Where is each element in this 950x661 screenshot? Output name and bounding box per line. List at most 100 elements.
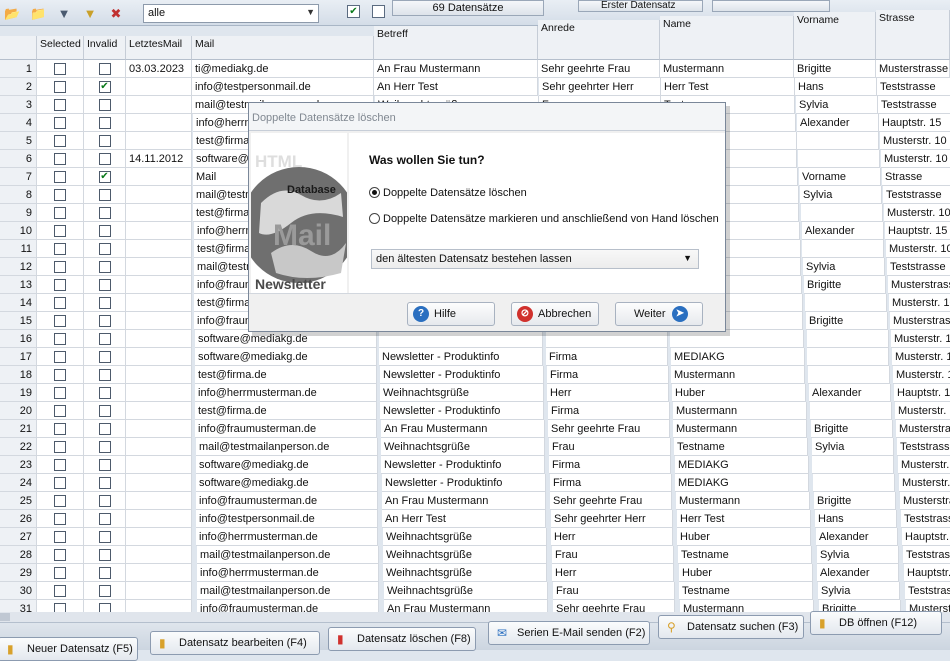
cell-letztesmail[interactable]: 03.03.2023	[126, 60, 192, 78]
cell-betreff[interactable]: An Herr Test	[374, 78, 538, 96]
cell-vorname[interactable]: Sylvia	[812, 438, 894, 456]
option-mark-duplicates[interactable]: Doppelte Datensätze markieren und anschl…	[369, 213, 719, 225]
cell-letztesmail[interactable]	[126, 348, 192, 366]
cell-name[interactable]: Testname	[674, 438, 808, 456]
selected-checkbox[interactable]	[54, 135, 66, 147]
cell-anrede[interactable]: Herr	[547, 384, 669, 402]
selected-checkbox[interactable]	[54, 153, 66, 165]
invalid-checkbox[interactable]	[98, 423, 111, 435]
cell-vorname[interactable]	[797, 132, 879, 150]
cell-letztesmail[interactable]	[126, 582, 192, 600]
table-row[interactable]: 30 mail@testmailanperson.de Weihnachtsgrüß…	[0, 582, 950, 600]
horizontal-scrollbar[interactable]	[0, 612, 950, 623]
cell-letztesmail[interactable]	[126, 222, 192, 240]
row-number[interactable]: 8	[0, 186, 37, 204]
table-row[interactable]: 29 info@herrmusterman.de Weihnachtsgrüße He…	[0, 564, 950, 582]
cell-vorname[interactable]	[801, 204, 883, 222]
cell-strasse[interactable]: Hauptstr. 15	[879, 114, 950, 132]
invalid-checkbox[interactable]	[98, 207, 111, 219]
row-number[interactable]: 26	[0, 510, 37, 528]
cell-letztesmail[interactable]	[126, 276, 192, 294]
cell-anrede[interactable]: Frau	[549, 438, 671, 456]
cell-strasse[interactable]: Strasse	[882, 168, 950, 186]
row-number[interactable]: 16	[0, 330, 37, 348]
invalid-checkbox[interactable]	[98, 513, 111, 525]
cell-betreff[interactable]: An Frau Mustermann	[381, 420, 545, 438]
cell-betreff[interactable]: An Frau Mustermann	[374, 60, 538, 78]
cell-mail[interactable]: software@mediakg.de	[196, 456, 378, 474]
cell-betreff[interactable]: Newsletter - Produktinfo	[380, 366, 544, 384]
edit-record-button[interactable]: ▮ Datensatz bearbeiten (F4)	[150, 631, 320, 655]
invalid-checkbox[interactable]	[98, 369, 111, 381]
cell-strasse[interactable]: Teststrasse	[877, 78, 950, 96]
row-number[interactable]: 29	[0, 564, 37, 582]
selected-checkbox[interactable]	[54, 171, 66, 183]
selected-checkbox[interactable]	[54, 531, 66, 543]
cell-mail[interactable]: info@testpersonmail.de	[192, 78, 374, 96]
cell-betreff[interactable]: An Herr Test	[382, 510, 546, 528]
row-number[interactable]: 20	[0, 402, 37, 420]
cell-vorname[interactable]: Hans	[795, 78, 877, 96]
cell-mail[interactable]: info@herrmusterman.de	[196, 528, 378, 546]
cell-mail[interactable]: info@fraumusterman.de	[195, 420, 377, 438]
cell-name[interactable]: MEDIAKG	[675, 456, 809, 474]
invalid-checkbox[interactable]	[98, 153, 111, 165]
cell-name[interactable]: Herr Test	[661, 78, 795, 96]
row-number[interactable]: 18	[0, 366, 37, 384]
cell-vorname[interactable]	[808, 366, 890, 384]
help-button[interactable]: ? Hilfe	[407, 302, 495, 326]
cell-strasse[interactable]: Musterstr. 10	[889, 294, 950, 312]
invalid-checkbox[interactable]	[98, 315, 111, 327]
option-delete-duplicates[interactable]: Doppelte Datensätze löschen	[369, 187, 527, 199]
search-record-button[interactable]: ⚲ Datensatz suchen (F3)	[658, 615, 804, 639]
cell-betreff[interactable]: Weihnachtsgrüße	[383, 546, 547, 564]
cell-betreff[interactable]: An Frau Mustermann	[384, 600, 548, 612]
selected-checkbox[interactable]	[54, 207, 66, 219]
row-number[interactable]: 15	[0, 312, 37, 330]
cell-name[interactable]: Mustermann	[671, 366, 805, 384]
row-number[interactable]: 4	[0, 114, 37, 132]
invalid-checkbox[interactable]	[98, 495, 111, 507]
row-number[interactable]: 25	[0, 492, 37, 510]
cell-vorname[interactable]: Sylvia	[817, 546, 899, 564]
table-row[interactable]: 24 software@mediakg.de Newsletter - Produk…	[0, 474, 950, 492]
cell-letztesmail[interactable]	[126, 240, 192, 258]
cell-strasse[interactable]: Teststrasse	[887, 258, 950, 276]
cell-vorname[interactable]	[807, 348, 889, 366]
cell-vorname[interactable]	[802, 240, 884, 258]
selected-checkbox[interactable]	[54, 369, 66, 381]
selected-checkbox[interactable]	[54, 225, 66, 237]
selected-checkbox[interactable]	[54, 387, 66, 399]
cell-betreff[interactable]: Weihnachtsgrüße	[380, 384, 544, 402]
cell-strasse[interactable]: Musterstrasse	[896, 420, 950, 438]
cell-name[interactable]: MEDIAKG	[675, 474, 809, 492]
cell-name[interactable]: Mustermann	[680, 600, 814, 612]
invalid-checkbox[interactable]	[98, 117, 111, 129]
cell-strasse[interactable]: Hauptstr. 15	[904, 564, 950, 582]
cell-strasse[interactable]: Musterstr. 10	[899, 474, 950, 492]
invalid-checkbox[interactable]	[98, 333, 111, 345]
cell-name[interactable]: Huber	[679, 564, 813, 582]
cell-letztesmail[interactable]	[126, 312, 192, 330]
selected-checkbox[interactable]	[54, 315, 66, 327]
invalid-checkbox[interactable]	[98, 477, 111, 489]
cell-strasse[interactable]: Musterstr. 10	[886, 240, 950, 258]
selected-checkbox[interactable]	[54, 405, 66, 417]
cell-vorname[interactable]: Alexander	[817, 564, 899, 582]
row-number[interactable]: 22	[0, 438, 37, 456]
row-number[interactable]: 9	[0, 204, 37, 222]
cell-vorname[interactable]: Vorname	[799, 168, 881, 186]
cell-mail[interactable]: test@firma.de	[195, 402, 377, 420]
cell-betreff[interactable]: Newsletter - Produktinfo	[379, 348, 543, 366]
invalid-checkbox[interactable]	[98, 531, 111, 543]
cell-letztesmail[interactable]	[126, 114, 192, 132]
cell-strasse[interactable]: Teststrasse	[901, 510, 950, 528]
cell-letztesmail[interactable]	[126, 564, 192, 582]
selected-checkbox[interactable]	[54, 189, 66, 201]
cell-anrede[interactable]: Sehr geehrter Herr	[539, 78, 661, 96]
cell-anrede[interactable]: Sehr geehrte Frau	[538, 60, 660, 78]
invalid-checkbox[interactable]	[98, 297, 111, 309]
selected-checkbox[interactable]	[54, 459, 66, 471]
cell-name[interactable]: Mustermann	[673, 402, 807, 420]
radio-delete-duplicates[interactable]	[369, 187, 380, 198]
